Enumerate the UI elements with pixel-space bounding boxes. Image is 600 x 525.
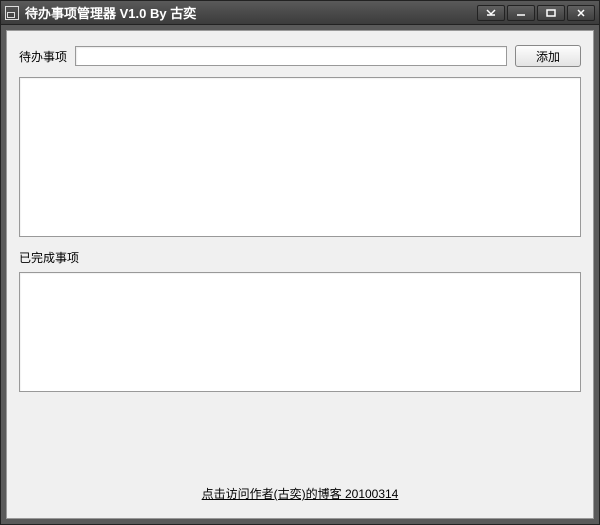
close-button[interactable] [567,5,595,21]
client-area: 待办事项 添加 已完成事项 点击访问作者(古奕)的博客 20100314 [6,30,594,519]
app-icon [5,6,19,20]
titlebar[interactable]: 待办事项管理器 V1.0 By 古奕 [1,1,599,25]
completed-list[interactable] [19,272,581,392]
minimize-button[interactable] [507,5,535,21]
add-button[interactable]: 添加 [515,45,581,67]
todo-list[interactable] [19,77,581,237]
author-blog-link[interactable]: 点击访问作者(古奕)的博客 20100314 [202,487,399,501]
todo-input-label: 待办事项 [19,48,67,65]
completed-section-label: 已完成事项 [19,249,581,266]
window-controls [477,5,595,21]
todo-input[interactable] [75,46,507,66]
app-window: 待办事项管理器 V1.0 By 古奕 待办事项 添加 已完成事项 [0,0,600,525]
window-title: 待办事项管理器 V1.0 By 古奕 [25,3,477,22]
maximize-button[interactable] [537,5,565,21]
footer: 点击访问作者(古奕)的博客 20100314 [7,485,593,502]
minimize-to-tray-button[interactable] [477,5,505,21]
input-row: 待办事项 添加 [19,45,581,67]
